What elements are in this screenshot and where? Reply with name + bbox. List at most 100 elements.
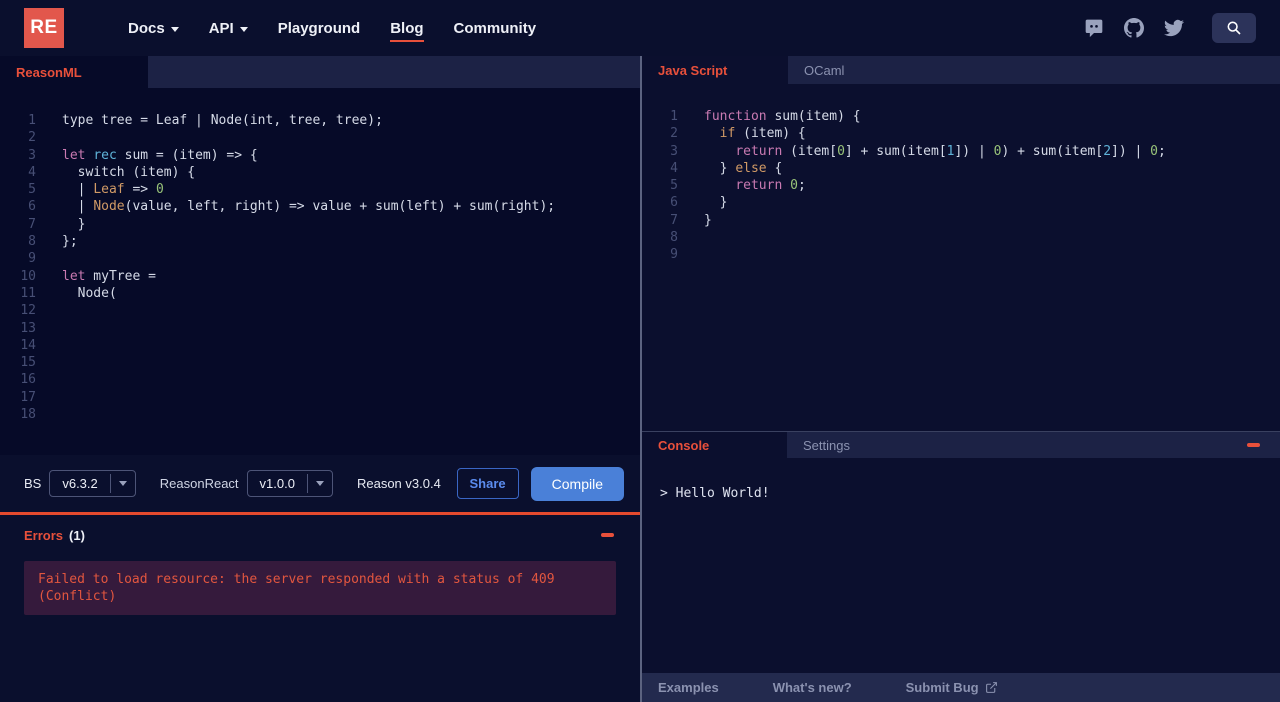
console-tabbar: Console Settings [642, 431, 1280, 458]
code-line: 8 [642, 229, 1280, 246]
line-number: 11 [20, 285, 36, 301]
line-number: 6 [670, 195, 678, 211]
line-number: 2 [28, 130, 36, 146]
tab-console[interactable]: Console [642, 432, 787, 458]
line-number: 6 [28, 199, 36, 215]
tab-ocaml[interactable]: OCaml [788, 56, 860, 84]
errors-count-badge: (1) [69, 527, 85, 543]
discord-icon[interactable] [1084, 18, 1104, 38]
dropdown-arrow-icon [306, 474, 332, 493]
line-number: 3 [28, 147, 36, 163]
bs-version-dropdown[interactable]: v6.3.2 [49, 470, 136, 497]
console-output-line: > Hello World! [660, 486, 770, 501]
code-line: 9 [0, 250, 640, 267]
line-number: 8 [28, 234, 36, 250]
code-line: 5 | Leaf => 0 [0, 181, 640, 198]
nav-item-docs[interactable]: Docs [128, 20, 179, 37]
output-tabbar: Java Script OCaml [642, 56, 1280, 84]
share-button[interactable]: Share [456, 468, 519, 499]
playground-footer: Examples What's new? Submit Bug [642, 673, 1280, 702]
nav-item-api[interactable]: API [209, 20, 248, 37]
error-message-box: Failed to load resource: the server resp… [24, 561, 616, 615]
tab-settings[interactable]: Settings [787, 432, 866, 458]
javascript-output-editor[interactable]: 1 function sum(item) {2 if (item) {3 retu… [642, 84, 1280, 431]
nav-item-community-label: Community [453, 19, 537, 37]
main-area: ReasonML 1 type tree = Leaf | Node(int, t… [0, 56, 1280, 702]
line-number: 16 [20, 372, 36, 388]
code-line: 6 | Node(value, left, right) => value + … [0, 198, 640, 215]
code-line: 4 switch (item) { [0, 164, 640, 181]
line-number: 17 [20, 389, 36, 405]
line-number: 3 [670, 143, 678, 159]
nav-item-blog-label: Blog [390, 19, 424, 37]
reason-version-text: Reason v3.0.4 [356, 476, 441, 491]
line-number: 9 [670, 247, 678, 263]
submit-bug-link[interactable]: Submit Bug [906, 680, 998, 695]
error-message-text: Failed to load resource: the server resp… [38, 572, 555, 604]
reason-logo[interactable]: RE [24, 8, 64, 48]
errors-panel: Errors (1) Failed to load resource: the … [0, 512, 640, 702]
code-line: 5 return 0; [642, 177, 1280, 194]
code-line: 11 Node( [0, 285, 640, 302]
collapse-errors-icon[interactable] [601, 533, 614, 537]
reason-playground-app: RE Docs API Playground Blog Community Re… [0, 0, 1280, 702]
line-number: 8 [670, 230, 678, 246]
navbar: RE Docs API Playground Blog Community [0, 0, 1280, 56]
line-number: 14 [20, 337, 36, 353]
code-line: 7} [642, 212, 1280, 229]
line-number: 7 [28, 216, 36, 232]
code-line: 8}; [0, 233, 640, 250]
code-line: 15 [0, 354, 640, 371]
code-line: 3 let rec sum = (item) => { [0, 147, 640, 164]
code-line: 3 return (item[0] + sum(item[1]) | 0) + … [642, 143, 1280, 160]
search-button[interactable] [1212, 13, 1256, 43]
line-number: 5 [670, 178, 678, 194]
nav-item-docs-label: Docs [128, 19, 165, 37]
code-line: 2 if (item) { [642, 125, 1280, 142]
line-number: 12 [20, 303, 36, 319]
code-line: 7 } [0, 216, 640, 233]
whats-new-link[interactable]: What's new? [773, 680, 852, 695]
code-line: 6 } [642, 194, 1280, 211]
external-link-icon [985, 682, 997, 693]
reasonreact-version-dropdown[interactable]: v1.0.0 [246, 470, 333, 497]
code-line: 9 [642, 246, 1280, 263]
right-panel: Java Script OCaml 1 function sum(item) {2… [640, 56, 1280, 702]
line-number: 5 [28, 182, 36, 198]
line-number: 13 [20, 320, 36, 336]
nav-item-blog[interactable]: Blog [390, 19, 424, 42]
submit-bug-label: Submit Bug [905, 680, 979, 695]
code-line: 4 } else { [642, 160, 1280, 177]
bs-version-value: v6.3.2 [62, 476, 98, 491]
left-tabbar: ReasonML [0, 56, 640, 88]
reason-editor[interactable]: 1 type tree = Leaf | Node(int, tree, tree… [0, 88, 640, 455]
nav-links: Docs API Playground Blog Community [128, 20, 537, 42]
nav-item-api-label: API [208, 19, 234, 37]
nav-item-playground-label: Playground [277, 19, 361, 37]
code-line: 16 [0, 371, 640, 388]
code-line: 13 [0, 320, 640, 337]
nav-item-community[interactable]: Community [454, 20, 537, 37]
bs-label: BS [24, 476, 42, 491]
examples-link[interactable]: Examples [658, 680, 719, 695]
twitter-icon[interactable] [1164, 18, 1184, 38]
line-number: 9 [28, 251, 36, 267]
line-number: 4 [670, 160, 678, 176]
code-line: 10 let myTree = [0, 268, 640, 285]
dropdown-arrow-icon [109, 474, 135, 493]
line-number: 2 [670, 126, 678, 142]
compiler-toolbar: BS v6.3.2 ReasonReact v1.0.0 Reason v3.0… [0, 455, 640, 512]
github-icon[interactable] [1124, 18, 1144, 38]
collapse-console-icon[interactable] [1247, 443, 1260, 447]
errors-header: Errors (1) [0, 515, 640, 555]
nav-item-playground[interactable]: Playground [278, 20, 361, 37]
reasonreact-label: ReasonReact [159, 476, 239, 491]
code-line: 1 function sum(item) { [642, 108, 1280, 125]
errors-title: Errors [24, 527, 64, 543]
tab-reasonml[interactable]: ReasonML [0, 56, 148, 88]
compile-button[interactable]: Compile [530, 466, 624, 501]
tab-javascript[interactable]: Java Script [642, 56, 788, 84]
code-line: 14 [0, 337, 640, 354]
code-line: 2 [0, 129, 640, 146]
search-icon [1227, 21, 1241, 35]
